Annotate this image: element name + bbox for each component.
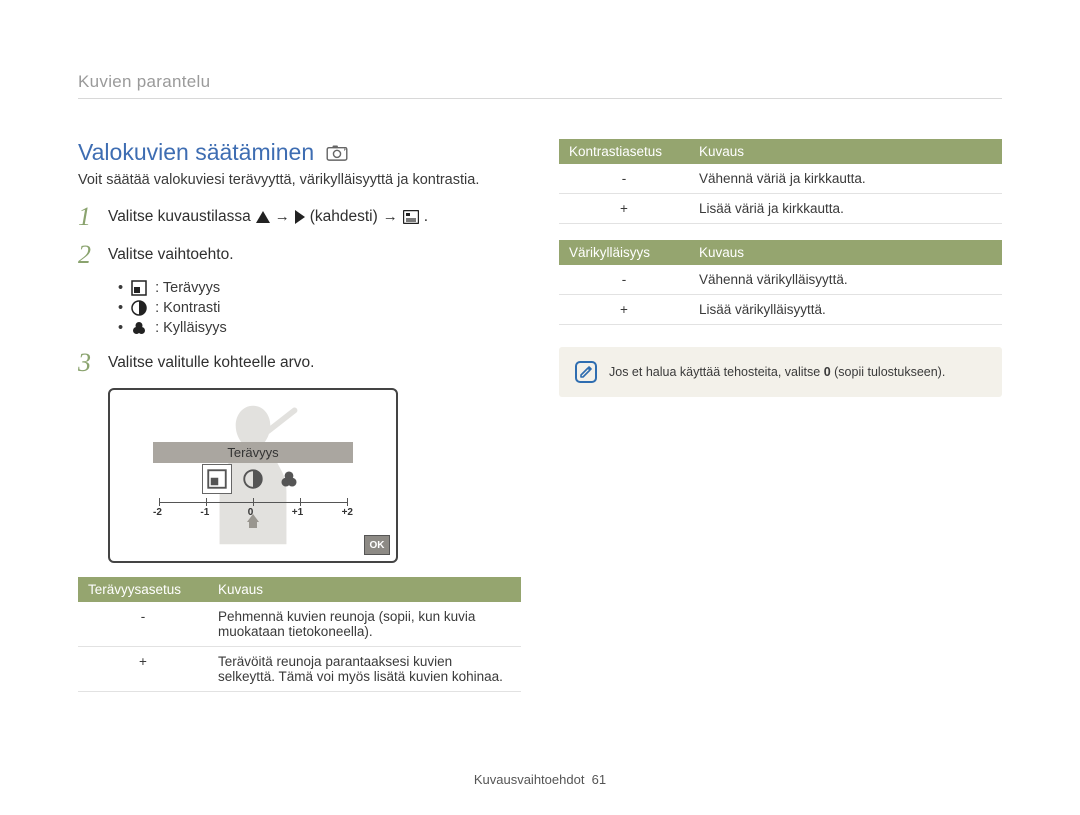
up-triangle-icon xyxy=(256,211,270,223)
bullet-saturation: • : Kylläisyys xyxy=(118,320,521,336)
bullet-dot: • xyxy=(118,280,123,296)
svg-text:P: P xyxy=(344,147,348,153)
step-1-end: . xyxy=(424,205,428,228)
saturation-table: Värikylläisyys Kuvaus - Vähennä värikyll… xyxy=(559,240,1002,325)
preview-screen: Terävyys -2 -1 0 +1 +2 xyxy=(108,388,398,563)
camera-mode-icon: P xyxy=(326,145,348,161)
adjust-panel-icon xyxy=(403,210,419,224)
sharpness-icon xyxy=(131,280,147,296)
note-icon xyxy=(575,361,597,383)
bullet-sharpness: • : Terävyys xyxy=(118,280,521,296)
preview-label: Terävyys xyxy=(153,442,353,463)
preview-contrast-icon xyxy=(238,464,268,494)
note-box: Jos et halua käyttää tehosteita, valitse… xyxy=(559,347,1002,397)
cell-val: Pehmennä kuvien reunoja (sopii, kun kuvi… xyxy=(208,602,521,647)
intro-text: Voit säätää valokuviesi terävyyttä, väri… xyxy=(78,172,521,188)
sat-h2: Kuvaus xyxy=(689,240,1002,265)
arrow-icon: → xyxy=(275,206,290,229)
bullet-contrast: • : Kontrasti xyxy=(118,300,521,316)
step-1-text: Valitse kuvaustilassa → (kahdesti) → . xyxy=(108,204,428,230)
cell-val: Vähennä värikylläisyyttä. xyxy=(689,265,1002,295)
table-header-row: Kontrastiasetus Kuvaus xyxy=(559,139,1002,164)
scale-p2: +2 xyxy=(342,507,353,518)
table-header-row: Värikylläisyys Kuvaus xyxy=(559,240,1002,265)
cell-key: + xyxy=(78,647,208,692)
preview-saturation-icon xyxy=(274,464,304,494)
scale-m2: -2 xyxy=(153,507,162,518)
step-1-paren: (kahdesti) xyxy=(310,205,378,228)
step-number: 2 xyxy=(78,242,96,268)
sharpness-table: Terävyysasetus Kuvaus - Pehmennä kuvien … xyxy=(78,577,521,692)
saturation-icon xyxy=(131,320,147,336)
scale-line xyxy=(159,502,347,503)
table-header-row: Terävyysasetus Kuvaus xyxy=(78,577,521,602)
contrast-h1: Kontrastiasetus xyxy=(559,139,689,164)
table-row: + Lisää värikylläisyyttä. xyxy=(559,295,1002,325)
step-3-text: Valitse valitulle kohteelle arvo. xyxy=(108,350,315,376)
contrast-table: Kontrastiasetus Kuvaus - Vähennä väriä j… xyxy=(559,139,1002,224)
bullet-dot: • xyxy=(118,300,123,316)
bullet-sharpness-label: : Terävyys xyxy=(155,280,220,296)
step-2: 2 Valitse vaihtoehto. xyxy=(78,242,521,268)
bullet-dot: • xyxy=(118,320,123,336)
table-row: - Vähennä värikylläisyyttä. xyxy=(559,265,1002,295)
cell-key: - xyxy=(559,265,689,295)
table-row: - Pehmennä kuvien reunoja (sopii, kun ku… xyxy=(78,602,521,647)
note-pre: Jos et halua käyttää tehosteita, valitse xyxy=(609,365,824,379)
step-2-text: Valitse vaihtoehto. xyxy=(108,242,234,268)
contrast-icon xyxy=(131,300,147,316)
table-row: - Vähennä väriä ja kirkkautta. xyxy=(559,164,1002,194)
cell-val: Vähennä väriä ja kirkkautta. xyxy=(689,164,1002,194)
left-column: Valokuvien säätäminen P Voit säätää valo… xyxy=(78,139,521,708)
option-bullets: • : Terävyys • : Kontrasti • : Kylläisyy… xyxy=(118,280,521,336)
bullet-saturation-label: : Kylläisyys xyxy=(155,320,227,336)
cell-val: Lisää värikylläisyyttä. xyxy=(689,295,1002,325)
footer: Kuvausvaihtoehdot 61 xyxy=(0,772,1080,787)
content-columns: Valokuvien säätäminen P Voit säätää valo… xyxy=(78,139,1002,708)
step-1-lead: Valitse kuvaustilassa xyxy=(108,205,251,228)
step-number: 1 xyxy=(78,204,96,230)
bullet-contrast-label: : Kontrasti xyxy=(155,300,220,316)
cell-key: + xyxy=(559,295,689,325)
page: Kuvien parantelu Valokuvien säätäminen P… xyxy=(0,0,1080,815)
arrow-icon: → xyxy=(383,206,398,229)
sharpness-h1: Terävyysasetus xyxy=(78,577,208,602)
ok-button: OK xyxy=(364,535,390,555)
note-post: (sopii tulostukseen). xyxy=(831,365,946,379)
cell-key: - xyxy=(559,164,689,194)
note-bold: 0 xyxy=(824,365,831,379)
preview-sharpness-icon xyxy=(202,464,232,494)
sat-h1: Värikylläisyys xyxy=(559,240,689,265)
note-text: Jos et halua käyttää tehosteita, valitse… xyxy=(609,365,945,379)
preview-icon-row xyxy=(202,464,304,494)
contrast-h2: Kuvaus xyxy=(689,139,1002,164)
footer-page: 61 xyxy=(592,772,606,787)
cell-key: - xyxy=(78,602,208,647)
page-title: Valokuvien säätäminen xyxy=(78,139,314,166)
footer-label: Kuvausvaihtoehdot xyxy=(474,772,585,787)
cell-val: Terävöitä reunoja parantaaksesi kuvien s… xyxy=(208,647,521,692)
cell-val: Lisää väriä ja kirkkautta. xyxy=(689,194,1002,224)
step-number: 3 xyxy=(78,350,96,376)
right-column: Kontrastiasetus Kuvaus - Vähennä väriä j… xyxy=(559,139,1002,708)
scale-m1: -1 xyxy=(200,507,209,518)
breadcrumb: Kuvien parantelu xyxy=(78,72,1002,99)
scale-p1: +1 xyxy=(292,507,303,518)
table-row: + Lisää väriä ja kirkkautta. xyxy=(559,194,1002,224)
sharpness-h2: Kuvaus xyxy=(208,577,521,602)
step-3: 3 Valitse valitulle kohteelle arvo. xyxy=(78,350,521,376)
step-1: 1 Valitse kuvaustilassa → (kahdesti) → . xyxy=(78,204,521,230)
right-chevron-icon xyxy=(295,210,305,224)
cell-key: + xyxy=(559,194,689,224)
table-row: + Terävöitä reunoja parantaaksesi kuvien… xyxy=(78,647,521,692)
title-row: Valokuvien säätäminen P xyxy=(78,139,521,166)
